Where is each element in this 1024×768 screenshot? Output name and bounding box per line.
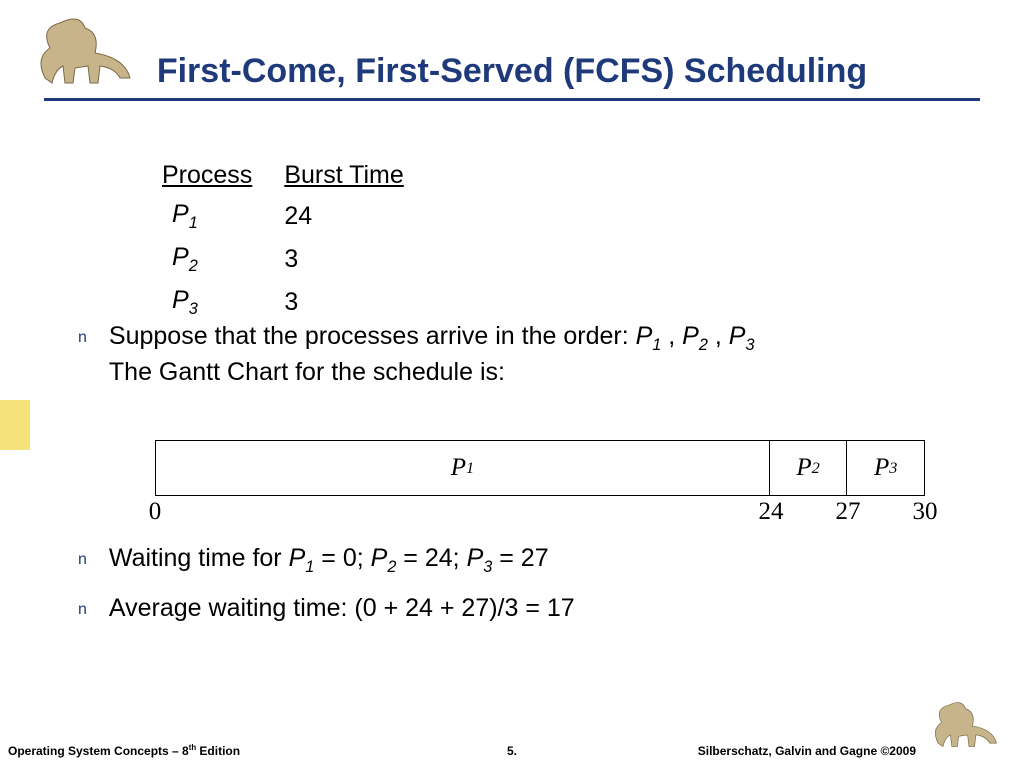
bullet-3: n Average waiting time: (0 + 24 + 27)/3 … [78, 592, 964, 625]
gantt-seg-p1: P1 [156, 441, 770, 495]
tick: 24 [759, 498, 784, 526]
table-cell: 3 [284, 282, 433, 323]
bullet-icon: n [78, 328, 87, 389]
gantt-chart: P1 P2 P3 0 24 27 30 [155, 440, 925, 526]
bullet-2: n Waiting time for P1 = 0; P2 = 24; P3 =… [78, 542, 964, 578]
table-row: P1 [162, 196, 282, 237]
title-underline [44, 98, 980, 101]
gantt-seg-p3: P3 [847, 441, 924, 495]
table-row: P3 [162, 282, 282, 323]
slide-title: First-Come, First-Served (FCFS) Scheduli… [0, 52, 1024, 91]
bullet-1: n Suppose that the processes arrive in t… [78, 320, 964, 389]
footer: Operating System Concepts – 8th Edition … [0, 743, 1024, 758]
table-cell: 24 [284, 196, 433, 237]
gantt-seg-p2: P2 [770, 441, 848, 495]
footer-left: Operating System Concepts – 8th Edition [8, 743, 240, 758]
tick: 27 [836, 498, 861, 526]
tick: 0 [149, 498, 162, 526]
col-process: Process [162, 157, 282, 194]
table-cell: 3 [284, 239, 433, 280]
col-burst: Burst Time [284, 157, 433, 194]
footer-page: 5. [507, 744, 517, 758]
process-table: Process Burst Time P1 24 P2 3 P3 3 [160, 155, 436, 325]
accent-block [0, 400, 30, 450]
table-row: P2 [162, 239, 282, 280]
bullet-icon: n [78, 550, 87, 578]
tick: 30 [913, 498, 938, 526]
bullet-icon: n [78, 600, 87, 625]
dinosaur-icon [924, 695, 1014, 750]
footer-right: Silberschatz, Galvin and Gagne ©2009 [698, 744, 916, 758]
